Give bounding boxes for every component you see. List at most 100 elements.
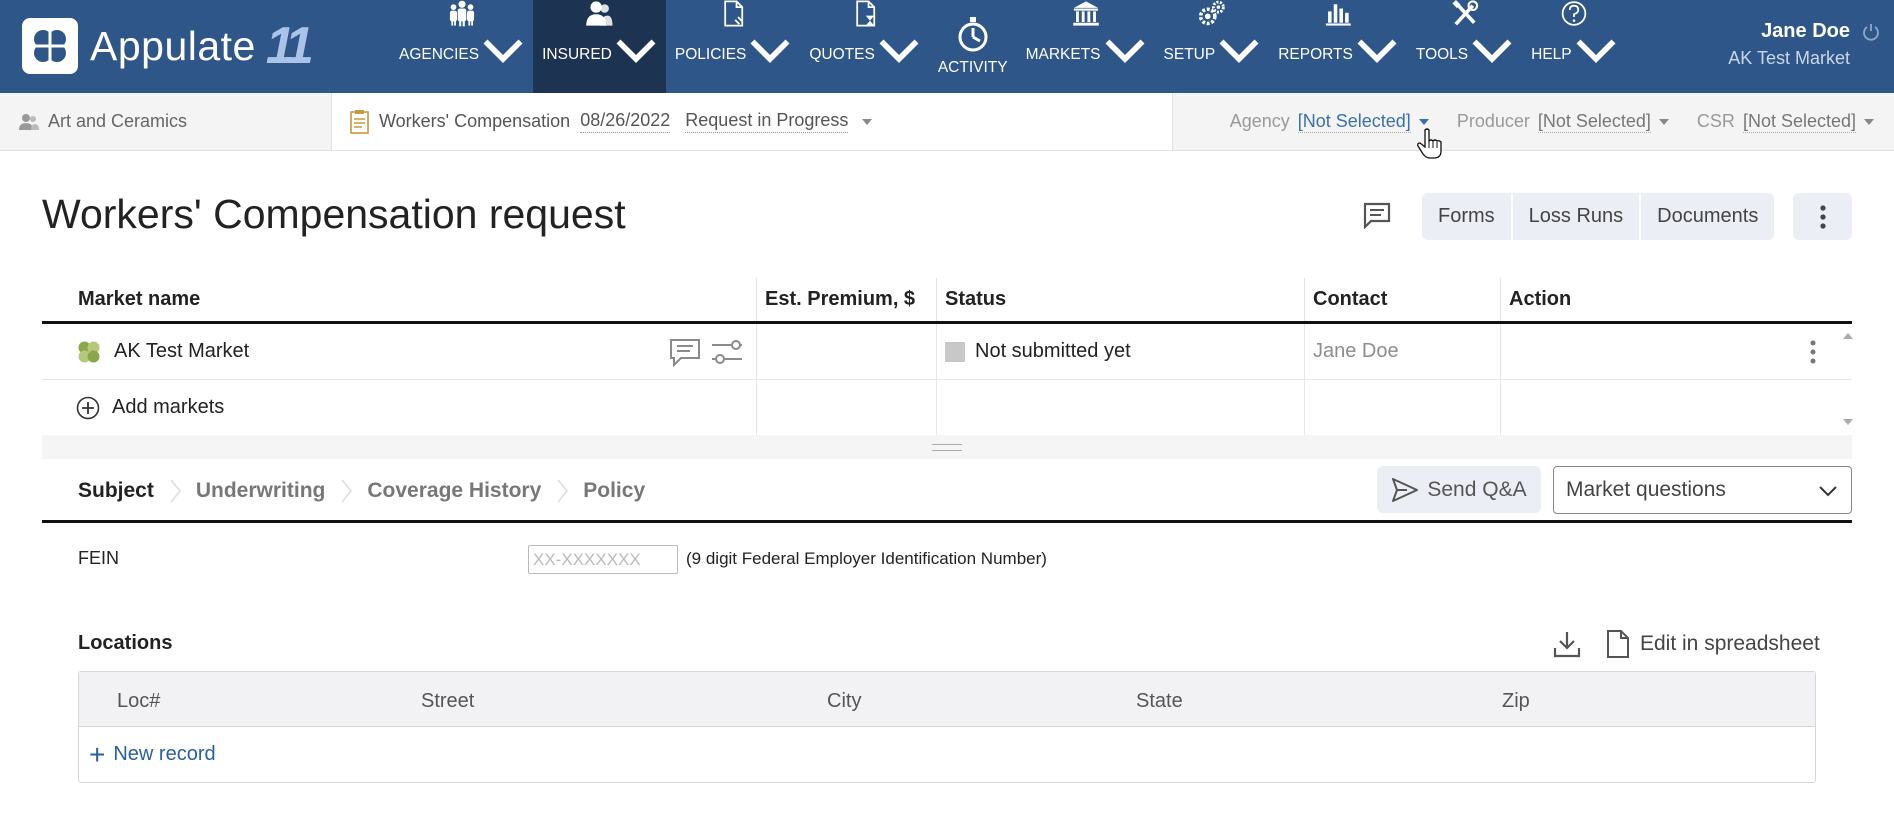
status-caret-icon[interactable] (862, 118, 873, 125)
app-logo[interactable]: Appulate 11 (22, 17, 314, 75)
column-header[interactable]: Est. Premium, $ (757, 278, 937, 321)
column-header[interactable]: Zip (1502, 690, 1530, 713)
locations-title: Locations (78, 632, 173, 654)
fein-input[interactable] (528, 545, 678, 574)
nav-reports[interactable]: REPORTS (1269, 0, 1407, 93)
producer-selector[interactable]: Producer [Not Selected] (1457, 111, 1669, 133)
nav-markets[interactable]: MARKETS (1017, 0, 1155, 93)
column-header[interactable]: Loc# (117, 690, 160, 713)
insured-link[interactable]: Art and Ceramics (0, 93, 332, 150)
nav-agencies-label: AGENCIES (399, 46, 480, 63)
column-header[interactable]: Market name (42, 278, 757, 321)
column-header[interactable]: City (827, 690, 861, 713)
producer-caret-icon[interactable] (1658, 118, 1669, 125)
contact-cell: Jane Doe (1305, 324, 1501, 379)
empty-cell (937, 380, 1305, 435)
agency-value[interactable]: [Not Selected] (1297, 111, 1411, 133)
context-bar: Art and Ceramics Workers' Compensation 0… (0, 93, 1894, 151)
tab-subject[interactable]: Subject (78, 479, 154, 503)
locations-table: Loc# Street City State Zip + New record (78, 671, 1816, 783)
nav-insured[interactable]: INSURED (533, 0, 666, 93)
nav-activity-label: ACTIVITY (937, 59, 1008, 76)
add-markets-label: Add markets (112, 396, 225, 418)
nav-quotes[interactable]: QUOTES (800, 0, 928, 93)
scroll-down-arrow[interactable] (1843, 419, 1853, 425)
chevron-right-icon (170, 479, 181, 503)
page-title: Workers' Compensation request (42, 191, 626, 237)
loss-runs-button[interactable]: Loss Runs (1512, 193, 1642, 240)
nav-setup[interactable]: SETUP (1155, 0, 1270, 93)
empty-cell (757, 380, 937, 435)
chevron-down-icon (1219, 39, 1259, 63)
agency-label: Agency (1229, 111, 1290, 131)
tab-coverage-history[interactable]: Coverage History (367, 479, 541, 503)
nav-policies[interactable]: POLICIES (666, 0, 801, 93)
column-header[interactable]: Street (421, 690, 474, 713)
chevron-down-icon (1357, 39, 1397, 63)
new-record-button[interactable]: + New record (79, 727, 1815, 782)
nav-policies-label: POLICIES (674, 46, 747, 63)
insured-name: Art and Ceramics (48, 111, 188, 131)
contact-name[interactable]: Jane Doe (1313, 340, 1399, 363)
send-qa-button[interactable]: Send Q&A (1377, 466, 1541, 513)
empty-cell (1501, 380, 1832, 435)
chevron-down-icon (483, 39, 523, 63)
nav-agencies[interactable]: AGENCIES (390, 0, 533, 93)
column-header[interactable]: Action (1501, 278, 1832, 321)
tab-policy[interactable]: Policy (583, 479, 645, 503)
market-comment-icon[interactable] (668, 337, 702, 367)
user-menu[interactable]: Jane Doe AK Test Market (1728, 20, 1850, 69)
add-markets-button[interactable]: Add markets (42, 380, 757, 435)
market-settings-icon[interactable] (710, 337, 744, 367)
document-buttons: Forms Loss Runs Documents (1422, 193, 1775, 240)
documents-button[interactable]: Documents (1641, 193, 1775, 240)
hand-cursor-icon (1417, 128, 1442, 159)
app-name: Appulate (90, 22, 256, 69)
empty-cell (1305, 380, 1501, 435)
nav-tools[interactable]: TOOLS (1407, 0, 1522, 93)
market-cell: AK Test Market (42, 324, 757, 379)
comment-icon[interactable] (1362, 201, 1392, 229)
forms-button[interactable]: Forms (1422, 193, 1513, 240)
nav-quotes-label: QUOTES (809, 46, 875, 63)
more-vertical-icon (1819, 204, 1826, 229)
row-more-icon[interactable] (1810, 339, 1816, 365)
markets-table-header: Market name Est. Premium, $ Status Conta… (42, 278, 1852, 324)
resize-splitter[interactable] (42, 435, 1852, 459)
column-header[interactable]: State (1136, 690, 1183, 713)
producer-value[interactable]: [Not Selected] (1537, 111, 1651, 133)
market-questions-select[interactable]: Market questions (1553, 466, 1852, 514)
nav-insured-label: INSURED (542, 46, 612, 63)
market-questions-value: Market questions (1566, 478, 1726, 501)
chevron-down-icon (1105, 39, 1145, 63)
clover-logo-icon (22, 18, 78, 74)
column-header[interactable]: Status (937, 278, 1305, 321)
status-cell: Not submitted yet (937, 324, 1305, 379)
premium-cell (757, 324, 937, 379)
csr-caret-icon[interactable] (1864, 118, 1874, 125)
market-name[interactable]: AK Test Market (114, 340, 249, 363)
chevron-right-icon (557, 479, 569, 503)
policy-status[interactable]: Request in Progress (685, 110, 849, 133)
column-header[interactable]: Contact (1305, 278, 1501, 321)
nav-activity[interactable]: ACTIVITY (929, 0, 1017, 93)
edit-in-spreadsheet-button[interactable]: Edit in spreadsheet (1606, 629, 1820, 659)
more-actions-button[interactable] (1793, 193, 1852, 240)
main-nav: AGENCIES INSURED POLICIES QUOTES ACTIVIT… (390, 0, 1626, 93)
market-clover-icon (78, 341, 100, 362)
top-navigation-bar: Appulate 11 AGENCIES INSURED POLICIES QU… (0, 0, 1894, 93)
scroll-up-arrow[interactable] (1843, 333, 1853, 339)
nav-help[interactable]: HELP (1522, 0, 1626, 93)
chevron-right-icon (341, 479, 353, 503)
chevron-down-icon (616, 39, 656, 63)
plus-circle-icon (76, 396, 100, 419)
policy-date[interactable]: 08/26/2022 (580, 110, 671, 133)
download-icon[interactable] (1552, 629, 1582, 659)
tab-underwriting[interactable]: Underwriting (196, 479, 326, 503)
agency-selector[interactable]: Agency [Not Selected] (1230, 111, 1429, 133)
csr-selector[interactable]: CSR [Not Selected] (1697, 111, 1874, 133)
csr-value[interactable]: [Not Selected] (1742, 111, 1856, 133)
table-row[interactable]: AK Test Market Not submitted yet Jane Do… (42, 324, 1852, 380)
agency-caret-icon[interactable] (1418, 118, 1429, 125)
power-icon[interactable] (1862, 23, 1880, 41)
